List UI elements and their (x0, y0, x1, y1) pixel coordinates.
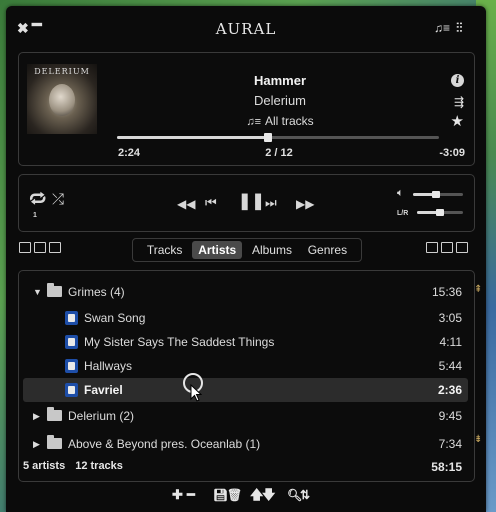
scroll-top-icon[interactable]: ⇞ (474, 284, 482, 295)
queue-icon[interactable]: ⇶ (454, 95, 464, 109)
total-duration: 58:15 (431, 460, 462, 474)
track-row[interactable]: Swan Song 3:05 (23, 306, 468, 330)
shuffle-icon[interactable]: ⤮ (52, 192, 64, 208)
pop-out-icon[interactable] (19, 242, 31, 253)
seek-slider[interactable] (117, 133, 439, 142)
title-bar: ✖ ━ AURAL ♫≡ ⫶⫶ (6, 6, 486, 50)
group-duration: 9:45 (438, 409, 462, 423)
now-playing-panel: DELERIUM Hammer Delerium ♫≡ All tracks 2:… (18, 52, 475, 166)
track-duration: 3:05 (438, 311, 462, 325)
playlist-icon[interactable]: ♫≡ (434, 20, 450, 36)
view-tabs: Tracks Artists Albums Genres (132, 238, 362, 262)
track-icon (65, 383, 78, 397)
track-label: Hallways (84, 359, 133, 373)
volume-icon[interactable]: 🔈︎ (397, 185, 404, 201)
track-duration: 4:11 (439, 335, 462, 349)
repeat-count: 1 (33, 212, 37, 219)
group-row[interactable]: ▶ Delerium (2) 9:45 (23, 404, 468, 428)
track-title: Hammer (253, 73, 307, 88)
track-icon (65, 311, 78, 325)
group-row[interactable]: ▶ Above & Beyond pres. Oceanlab (1) 7:34 (23, 432, 468, 456)
album-art-title: DELERIUM (34, 67, 90, 76)
repeat-icon[interactable]: 🔁︎ (29, 191, 46, 208)
playlist-label: ♫≡ All tracks (115, 114, 445, 128)
app-title: AURAL (215, 20, 277, 38)
tab-tracks[interactable]: Tracks (141, 241, 189, 259)
sort-icon[interactable]: ⇅ (300, 488, 310, 502)
previous-track-icon[interactable]: ⏮︎ (205, 195, 217, 211)
list-summary: 5 artists 12 tracks (23, 460, 133, 472)
layout-right-icon[interactable] (456, 242, 468, 253)
collapsed-triangle-icon[interactable]: ▶ (33, 411, 40, 422)
group-duration: 7:34 (438, 437, 462, 451)
move-down-icon[interactable]: 🡇 (262, 488, 275, 502)
info-icon[interactable]: i (451, 74, 464, 87)
group-label: Above & Beyond pres. Oceanlab (1) (68, 437, 261, 451)
seek-backward-icon[interactable]: ◀◀ (177, 196, 195, 212)
elapsed-time: 2:24 (118, 147, 141, 159)
pause-icon[interactable]: ❚❚ (238, 194, 265, 210)
track-icon (65, 335, 78, 349)
tab-genres[interactable]: Genres (302, 241, 353, 259)
group-row[interactable]: ▼ Grimes (4) 15:36 (23, 280, 468, 304)
remaining-time: -3:09 (439, 147, 465, 159)
artist-list-panel: ▼ Grimes (4) 15:36 Swan Song 3:05 My Sis… (18, 270, 475, 482)
track-duration: 5:44 (438, 359, 462, 373)
balance-knob[interactable] (436, 209, 444, 216)
next-track-icon[interactable]: ⏭︎ (265, 195, 277, 211)
group-duration: 15:36 (431, 285, 462, 299)
track-count: 12 tracks (75, 460, 123, 472)
tab-artists[interactable]: Artists (192, 241, 243, 259)
artist-count: 5 artists (23, 460, 66, 472)
favorite-star-icon[interactable]: ★ (451, 114, 464, 129)
clear-trash-icon[interactable]: 🗑︎ (227, 488, 242, 502)
layout-bottom-icon[interactable] (441, 242, 453, 253)
playlist-name: All tracks (264, 114, 314, 128)
balance-label: L/R (397, 210, 409, 217)
remove-icon[interactable]: ━ (187, 488, 195, 502)
playlist-icon: ♫≡ (246, 116, 261, 128)
player-window: ✖ ━ AURAL ♫≡ ⫶⫶ DELERIUM Hammer Delerium… (6, 6, 486, 512)
collapsed-triangle-icon[interactable]: ▶ (33, 439, 40, 450)
track-row-selected[interactable]: Favriel 2:36 (23, 378, 468, 402)
group-label: Delerium (2) (68, 409, 135, 423)
add-icon[interactable]: ✚ (172, 488, 183, 502)
group-label: Grimes (4) (68, 285, 125, 299)
track-artist: Delerium (253, 93, 306, 108)
balance-slider[interactable] (417, 209, 463, 216)
track-row[interactable]: My Sister Says The Saddest Things 4:11 (23, 330, 468, 354)
layout-left-icon[interactable] (426, 242, 438, 253)
shrink-icon[interactable] (34, 242, 46, 253)
dock-icon[interactable] (49, 242, 61, 253)
track-position: 2 / 12 (265, 147, 293, 159)
folder-icon (47, 435, 62, 449)
volume-slider[interactable] (413, 191, 463, 198)
scroll-bottom-icon[interactable]: ⇟ (474, 434, 482, 445)
save-icon[interactable]: 💾︎ (213, 488, 228, 502)
track-label: Swan Song (84, 311, 146, 325)
track-label: My Sister Says The Saddest Things (84, 335, 275, 349)
folder-icon (47, 283, 62, 297)
album-art-figure (49, 84, 75, 116)
seek-knob[interactable] (264, 133, 272, 142)
track-duration: 2:36 (437, 383, 462, 397)
folder-icon (47, 407, 62, 421)
album-art: DELERIUM (27, 64, 97, 134)
volume-knob[interactable] (432, 191, 440, 198)
seek-forward-icon[interactable]: ▶▶ (296, 196, 314, 212)
sliders-icon[interactable]: ⫶⫶ (456, 20, 463, 36)
expanded-triangle-icon[interactable]: ▼ (33, 287, 42, 297)
track-row[interactable]: Hallways 5:44 (23, 354, 468, 378)
track-icon (65, 359, 78, 373)
track-label: Favriel (84, 383, 123, 397)
mouse-pointer-icon (190, 384, 202, 402)
tab-albums[interactable]: Albums (246, 241, 298, 259)
seek-fill (117, 136, 268, 139)
playback-controls-panel: 🔁︎ 1 ⤮ ◀◀ ⏮︎ ❚❚ ⏭︎ ▶▶ 🔈︎ L/R (18, 174, 475, 232)
